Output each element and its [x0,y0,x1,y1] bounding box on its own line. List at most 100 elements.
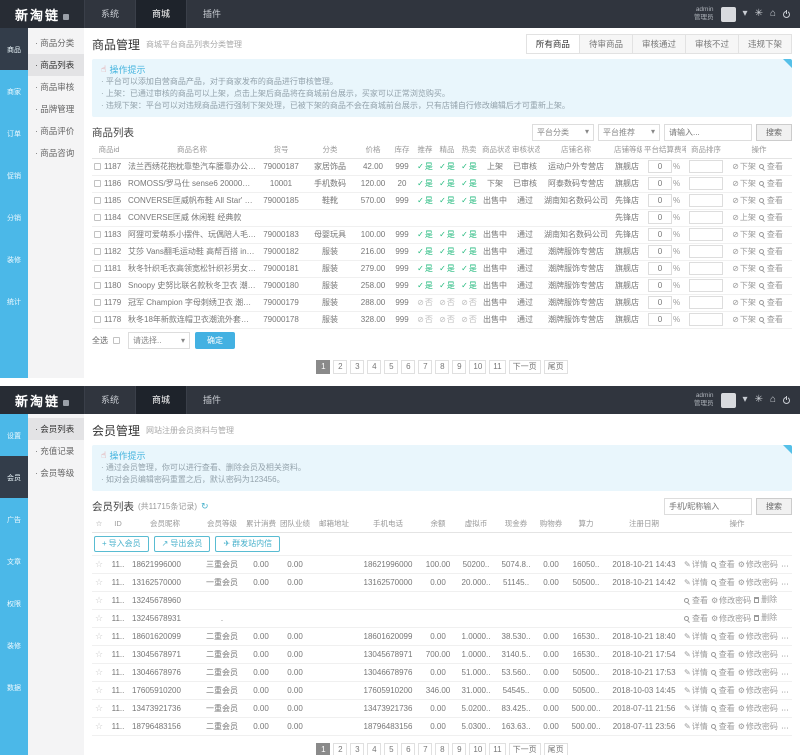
product-tab[interactable]: 审核不过 [685,34,739,54]
boutique-toggle[interactable]: 否 [439,298,455,307]
hot-toggle[interactable]: 是 [461,281,477,290]
row-action-link[interactable]: 查看 [759,161,783,172]
settlement-rate-input[interactable] [648,279,672,292]
secondary-menu-item[interactable]: 品牌管理 [28,98,84,120]
member-action-button[interactable]: 导出会员 [154,536,211,552]
row-action-link[interactable]: 删除 [754,612,777,623]
row-action-link[interactable]: 查看 [684,595,708,606]
boutique-toggle[interactable]: 是 [439,230,455,239]
boutique-toggle[interactable]: 是 [439,196,455,205]
boutique-toggle[interactable]: 是 [439,264,455,273]
row-checkbox[interactable] [94,248,101,255]
row-checkbox[interactable] [94,214,101,221]
row-action-link[interactable]: 查看 [759,280,783,291]
secondary-menu-item[interactable]: 商品评价 [28,120,84,142]
app-logo[interactable]: 新淘链 [0,0,84,28]
product-sort-input[interactable] [689,177,723,190]
settlement-rate-input[interactable] [648,262,672,275]
confirm-button[interactable]: 确定 [195,332,235,349]
star-icon[interactable] [95,668,103,677]
product-sort-input[interactable] [689,313,723,326]
product-sort-input[interactable] [689,296,723,309]
row-checkbox[interactable] [94,282,101,289]
row-action-link[interactable]: 下架 [732,314,756,325]
secondary-menu-item[interactable]: 商品咨询 [28,142,84,164]
settlement-rate-input[interactable] [648,228,672,241]
page-button[interactable]: 5 [384,743,398,755]
row-action-link[interactable]: 下架 [732,280,756,291]
clear-cache-icon[interactable] [755,9,763,19]
page-button[interactable]: 6 [401,743,415,755]
settlement-rate-input[interactable] [648,313,672,326]
logout-icon[interactable] [783,11,790,18]
recommend-toggle[interactable]: 是 [417,247,433,256]
product-tab[interactable]: 审核通过 [632,34,686,54]
rail-item[interactable]: 会员 [0,456,28,498]
page-button[interactable]: 5 [384,360,398,374]
search-button[interactable]: 搜索 [756,498,792,515]
top-nav-item[interactable]: 插件 [186,386,237,414]
page-button[interactable]: 3 [350,360,364,374]
row-action-link[interactable]: 修改密码 [738,631,778,642]
page-button[interactable]: 9 [452,360,466,374]
hot-toggle[interactable]: 是 [461,179,477,188]
secondary-menu-item[interactable]: 商品分类 [28,32,84,54]
row-action-link[interactable]: 下架 [732,246,756,257]
page-button[interactable]: 9 [452,743,466,755]
product-name-cell[interactable]: Snoopy 史努比联名款秋冬卫衣 潮流宽松 百c.. [126,277,258,294]
product-name-cell[interactable]: 法兰西绣花抱枕靠垫汽车腰靠办公室上档.. [126,158,258,175]
row-action-link[interactable]: 详情 [684,649,708,660]
page-button[interactable]: 8 [435,743,449,755]
secondary-menu-item[interactable]: 会员列表 [28,418,84,440]
row-action-link[interactable]: 查看 [711,559,735,570]
row-action-link[interactable]: 查看 [759,195,783,206]
clear-cache-icon[interactable] [755,395,763,405]
settlement-rate-input[interactable] [648,160,672,173]
top-nav-item[interactable]: 系统 [84,386,135,414]
row-action-link[interactable]: 修改密码 [738,577,778,588]
boutique-toggle[interactable]: 是 [439,179,455,188]
page-button[interactable]: 2 [333,743,347,755]
product-sort-input[interactable] [689,262,723,275]
row-action-link[interactable]: 查看 [711,721,735,732]
hot-toggle[interactable]: 否 [461,315,477,324]
row-action-link[interactable]: 查看 [759,263,783,274]
row-action-link[interactable]: 查看 [759,246,783,257]
star-icon[interactable] [95,722,103,731]
product-name-cell[interactable]: CONVERSE匡威帆布鞋 All Star' 70 复刻.. [126,192,258,209]
product-name-cell[interactable]: 冠军 Champion 字母刺绣卫衣 潮牌连帽情.. [126,294,258,311]
recommend-toggle[interactable]: 是 [417,196,433,205]
row-action-link[interactable]: 详情 [684,721,708,732]
page-button[interactable]: 4 [367,743,381,755]
settlement-rate-input[interactable] [648,194,672,207]
row-action-link[interactable]: 查看 [759,178,783,189]
hot-toggle[interactable]: 是 [461,196,477,205]
star-icon[interactable] [95,596,103,605]
top-nav-item[interactable]: 商城 [135,0,186,28]
row-action-link[interactable]: 下架 [732,229,756,240]
product-sort-input[interactable] [689,160,723,173]
row-action-link[interactable]: 修改密码 [738,721,778,732]
row-action-link[interactable]: 查看 [711,631,735,642]
product-name-cell[interactable]: ROMOSS/罗马仕 sense6 20000M毫安.. [126,175,258,192]
product-name-cell[interactable]: 阿狸可爱萌系小摆件、玩偶陪人毛绒便携.. [126,226,258,243]
product-sort-input[interactable] [689,228,723,241]
row-action-link[interactable]: 修改密码 [738,649,778,660]
rail-item[interactable]: 商家 [0,70,28,112]
row-checkbox[interactable] [94,163,101,170]
product-name-cell[interactable]: 艾莎 Vans翻毛运动鞋 高帮百搭 ins潮 小白.. [126,243,258,260]
hot-toggle[interactable]: 否 [461,298,477,307]
product-tab[interactable]: 待审商品 [579,34,633,54]
row-action-link[interactable]: 修改密码 [711,613,751,624]
rail-item[interactable]: 统计 [0,280,28,322]
star-icon[interactable] [95,632,103,641]
settlement-rate-input[interactable] [648,245,672,258]
row-checkbox[interactable] [94,180,101,187]
product-sort-input[interactable] [689,194,723,207]
page-button[interactable]: 6 [401,360,415,374]
row-checkbox[interactable] [94,197,101,204]
product-sort-input[interactable] [689,279,723,292]
row-action-link[interactable]: 修改密码 [738,559,778,570]
row-action-link[interactable]: 修改密码 [738,685,778,696]
bulk-action-select[interactable]: 请选择.. [128,332,190,349]
